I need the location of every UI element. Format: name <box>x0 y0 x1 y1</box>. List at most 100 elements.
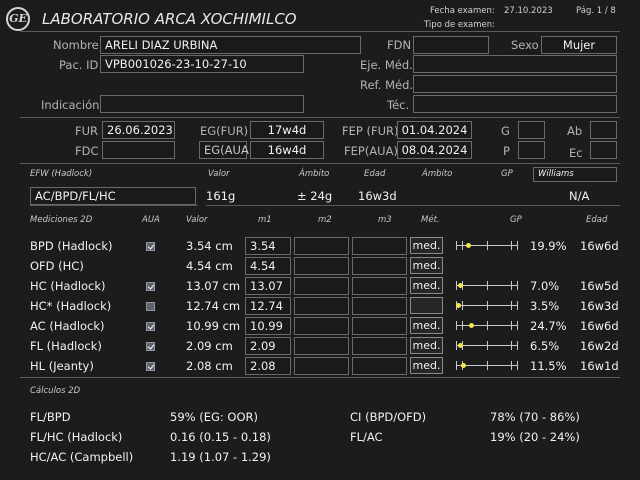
p-field[interactable] <box>518 141 545 159</box>
efw-divider-2 <box>206 205 620 206</box>
measurement-value: 3.54 cm <box>186 239 233 253</box>
fep-aua-field[interactable]: 08.04.2024 <box>397 141 472 159</box>
gp-tick <box>456 361 457 370</box>
aua-checkbox[interactable] <box>146 282 155 291</box>
aua-checkbox[interactable] <box>146 302 155 311</box>
fl-hc-label: FL/HC (Hadlock) <box>30 430 123 444</box>
patient-divider <box>20 117 620 118</box>
fdc-label: FDC <box>75 144 99 158</box>
gp-tick <box>517 341 518 350</box>
measurement-name: BPD (Hadlock) <box>30 239 113 253</box>
m1-field[interactable]: 13.07 <box>245 277 291 295</box>
method-button[interactable]: med. <box>410 277 443 294</box>
gp-percentile-bar <box>456 301 518 310</box>
m2-field[interactable] <box>294 297 349 315</box>
gp-percentile-bar <box>456 321 518 330</box>
gp-tick <box>462 241 464 250</box>
method-button[interactable]: med. <box>410 357 443 374</box>
measurement-value: 4.54 cm <box>186 259 233 273</box>
ec-field[interactable] <box>590 141 617 159</box>
gp-marker <box>466 243 472 248</box>
ref-med-field[interactable] <box>413 75 617 93</box>
gp-tick <box>517 281 518 290</box>
aua-checkbox[interactable] <box>146 322 155 331</box>
ab-label: Ab <box>567 124 583 138</box>
m2-field[interactable] <box>294 337 349 355</box>
ci-label: CI (BPD/OFD) <box>350 410 427 424</box>
tec-field[interactable] <box>413 95 617 113</box>
efw-gp-header: GP <box>501 169 513 179</box>
aua-checkbox[interactable] <box>146 342 155 351</box>
method-button[interactable]: med. <box>410 257 443 274</box>
gp-tick <box>486 301 488 310</box>
m3-field[interactable] <box>352 257 407 275</box>
m3-field[interactable] <box>352 357 407 375</box>
m1-field[interactable]: 2.08 <box>245 357 291 375</box>
ab-field[interactable] <box>590 121 617 139</box>
measurement-age: 16w5d <box>580 279 619 293</box>
m2-field[interactable] <box>294 277 349 295</box>
gp-reference-field[interactable]: Williams <box>533 167 617 182</box>
m2-field[interactable] <box>294 357 349 375</box>
m3-field[interactable] <box>352 237 407 255</box>
header-divider <box>20 31 620 32</box>
exam-type-label: Tipo de examen: <box>424 20 495 30</box>
fep-aua-label: FEP(AUA) <box>344 144 398 158</box>
method-button[interactable]: med. <box>410 337 443 354</box>
gp-tick <box>462 301 464 310</box>
ec-label: Ec <box>569 146 583 160</box>
patient-id-field[interactable]: VPB001026-23-10-27-10 <box>100 55 304 73</box>
m3-field[interactable] <box>352 337 407 355</box>
gp-percentile-bar <box>456 341 518 350</box>
gp-tick <box>517 321 518 330</box>
ci-value: 78% (70 - 86%) <box>490 410 580 424</box>
fur-field[interactable]: 26.06.2023 <box>102 121 175 139</box>
g-label: G <box>501 124 510 138</box>
aua-checkbox[interactable] <box>146 362 155 371</box>
gp-percent: 19.9% <box>530 239 567 253</box>
gp-header: GP <box>510 215 522 225</box>
g-field[interactable] <box>518 121 545 139</box>
name-label: Nombre <box>53 38 99 52</box>
m3-field[interactable] <box>352 277 407 295</box>
gp-marker <box>469 323 475 328</box>
eg-aua-field[interactable]: 16w4d <box>250 141 324 159</box>
measurement-name: AC (Hadlock) <box>30 319 105 333</box>
efw-valor-header: Valor <box>208 169 230 179</box>
gp-percent: 11.5% <box>530 359 567 373</box>
fdc-field[interactable] <box>102 141 175 159</box>
sex-field[interactable]: Mujer <box>541 36 617 54</box>
m1-field[interactable]: 10.99 <box>245 317 291 335</box>
gp-tick <box>486 361 488 370</box>
fdn-field[interactable] <box>413 36 489 54</box>
m3-field[interactable] <box>352 297 407 315</box>
m3-field[interactable] <box>352 317 407 335</box>
efw-formula-field[interactable]: AC/BPD/FL/HC <box>30 187 196 205</box>
eje-med-field[interactable] <box>413 55 617 73</box>
m1-field[interactable]: 4.54 <box>245 257 291 275</box>
m1-field[interactable]: 2.09 <box>245 337 291 355</box>
gp-tick <box>510 321 512 330</box>
fep-fur-label: FEP (FUR) <box>342 124 399 138</box>
efw-ambito2-header: Ámbito <box>422 169 453 179</box>
method-button[interactable]: med. <box>410 317 443 334</box>
m2-field[interactable] <box>294 237 349 255</box>
eg-fur-field[interactable]: 17w4d <box>250 121 324 139</box>
gp-tick <box>517 301 518 310</box>
efw-ambito-header: Ámbito <box>299 169 330 179</box>
method-button[interactable]: med. <box>410 237 443 254</box>
gp-tick <box>456 281 457 290</box>
m1-field[interactable]: 12.74 <box>245 297 291 315</box>
m2-field[interactable] <box>294 257 349 275</box>
name-field[interactable]: ARELI DIAZ URBINA <box>100 36 361 54</box>
method-button[interactable] <box>410 297 443 314</box>
fep-fur-field[interactable]: 01.04.2024 <box>397 121 472 139</box>
ref-med-label: Ref. Méd. <box>360 78 414 92</box>
gp-tick <box>510 241 512 250</box>
aua-checkbox[interactable] <box>146 242 155 251</box>
measurement-name: FL (Hadlock) <box>30 339 102 353</box>
indication-field[interactable] <box>100 95 304 113</box>
measurement-age: 16w2d <box>580 339 619 353</box>
m1-field[interactable]: 3.54 <box>245 237 291 255</box>
m2-field[interactable] <box>294 317 349 335</box>
